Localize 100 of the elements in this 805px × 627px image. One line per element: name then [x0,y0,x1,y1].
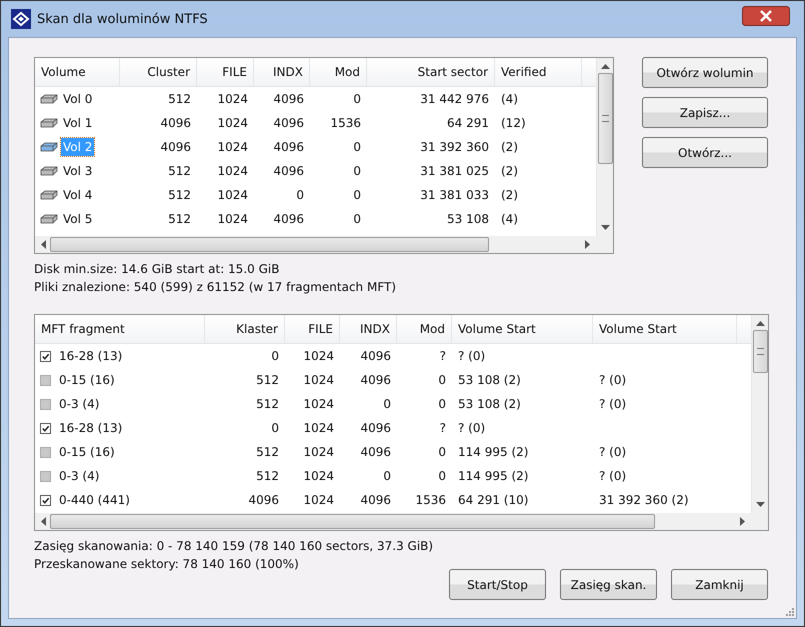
left-arrow-icon[interactable] [41,240,46,249]
table-cell-text: 0 [270,421,280,435]
horizontal-scrollbar[interactable] [35,236,596,253]
table-cell-text: (2) [500,140,519,154]
column-header[interactable]: MFT fragment [35,315,205,343]
up-arrow-icon[interactable] [600,64,610,69]
table-cell-text: 4096 [272,140,305,154]
table-cell-text: ? [438,421,447,435]
column-header[interactable]: Volume [35,58,120,86]
fragment-name: 0-440 (441) [59,493,130,507]
table-cell-text: 512 [167,92,192,106]
table-cell-text: 31 442 976 [419,92,490,106]
checkbox[interactable] [40,350,51,362]
checkbox[interactable] [40,446,51,458]
table-cell-text: 1024 [216,116,249,130]
table-cell-text: ? (0) [598,397,628,411]
table-cell-text: 0 [352,140,362,154]
table-cell-text: 0 [270,349,280,363]
table-cell-text: 1024 [302,397,335,411]
table-cell-text: 1024 [216,92,249,106]
table-cell-text: 1024 [216,140,249,154]
checkbox[interactable] [40,470,51,482]
column-header[interactable]: Mod [397,315,452,343]
table-cell-text: 4096 [359,445,392,459]
volume-name[interactable]: Vol 0 [61,90,94,108]
down-arrow-icon[interactable] [600,225,610,230]
up-arrow-icon[interactable] [756,321,764,326]
fragment-name: 0-15 (16) [59,445,115,459]
drive-icon [40,166,58,176]
table-cell-text: 53 108 [446,212,490,226]
table-cell-text: 512 [255,445,280,459]
table-cell-text: 0 [352,188,362,202]
fragment-name: 16-28 (13) [59,349,122,363]
table-cell-text: 4096 [159,116,192,130]
table-cell-text: 0 [295,188,305,202]
table-cell-text: 114 995 (2) [457,445,530,459]
checkbox[interactable] [40,422,51,434]
column-header[interactable]: Volume Start [452,315,593,343]
table-cell-text: 64 291 (10) [457,493,530,507]
table-cell-text: 4096 [272,164,305,178]
table-cell-text: 4096 [359,421,392,435]
close-icon[interactable] [742,6,790,26]
status-text: Przeskanowane sektory: 78 140 160 (100%) [34,557,300,571]
table-cell-text: 31 381 033 [419,188,490,202]
table-cell-text: 0 [437,445,447,459]
table-cell-text: 4096 [159,140,192,154]
table-cell-text: 512 [255,469,280,483]
horizontal-scrollbar[interactable] [35,513,751,530]
app-icon [11,9,31,29]
column-header[interactable]: Mod [310,58,367,86]
column-header[interactable]: INDX [340,315,397,343]
column-header[interactable]: FILE [197,58,254,86]
table-cell-text: ? (0) [457,421,486,435]
fragment-name: 0-3 (4) [59,469,100,483]
table-cell-text: 0 [352,92,362,106]
resize-grip-icon[interactable] [784,606,794,616]
checkbox[interactable] [40,494,51,506]
column-header[interactable]: FILE [285,315,340,343]
table-cell-text: 4096 [359,373,392,387]
vertical-scrollbar[interactable] [596,58,613,236]
checkbox[interactable] [40,374,51,386]
table-cell-text: ? (0) [457,349,486,363]
table-cell-text: 53 108 (2) [457,397,522,411]
table-cell-text: 1024 [302,445,335,459]
down-arrow-icon[interactable] [756,502,764,507]
vertical-scrollbar[interactable] [751,315,768,513]
volume-name[interactable]: Vol 4 [61,186,94,204]
left-arrow-icon[interactable] [41,517,46,526]
volume-name[interactable]: Vol 5 [61,210,94,228]
table-cell-text: 512 [255,397,280,411]
right-arrow-icon[interactable] [585,240,590,249]
dialog-button[interactable]: Otwórz... [642,137,768,168]
column-header[interactable]: Cluster [120,58,197,86]
table-cell-text: 1024 [216,212,249,226]
column-header[interactable]: Klaster [205,315,285,343]
column-header[interactable]: INDX [254,58,310,86]
table-cell-text: 512 [167,212,192,226]
dialog-button[interactable]: Otwórz wolumin [642,57,768,88]
table-cell-text: ? (0) [598,373,628,387]
column-header[interactable]: Verified [495,58,582,86]
fragment-name: 16-28 (13) [59,421,122,435]
right-arrow-icon[interactable] [740,517,745,526]
volume-name[interactable]: Vol 1 [61,114,94,132]
checkbox[interactable] [40,398,51,410]
table-cell-text: ? (0) [598,445,628,459]
column-header[interactable]: Volume Start [593,315,737,343]
table-cell-text: 4096 [272,92,305,106]
table-cell-text: 1024 [302,421,335,435]
drive-icon [40,214,58,224]
drive-icon [40,94,58,104]
volume-name[interactable]: Vol 3 [61,162,94,180]
table-cell-text: 512 [167,188,192,202]
table-cell-text: 512 [167,164,192,178]
dialog-button[interactable]: Start/Stop [449,569,546,600]
dialog-button[interactable]: Zapisz... [642,97,768,128]
dialog-button[interactable]: Zamknij [671,569,768,600]
dialog-button[interactable]: Zasięg skan. [560,569,657,600]
column-header[interactable]: Start sector [367,58,495,86]
fragment-name: 0-3 (4) [59,397,100,411]
table-cell-text: ? (0) [598,469,628,483]
